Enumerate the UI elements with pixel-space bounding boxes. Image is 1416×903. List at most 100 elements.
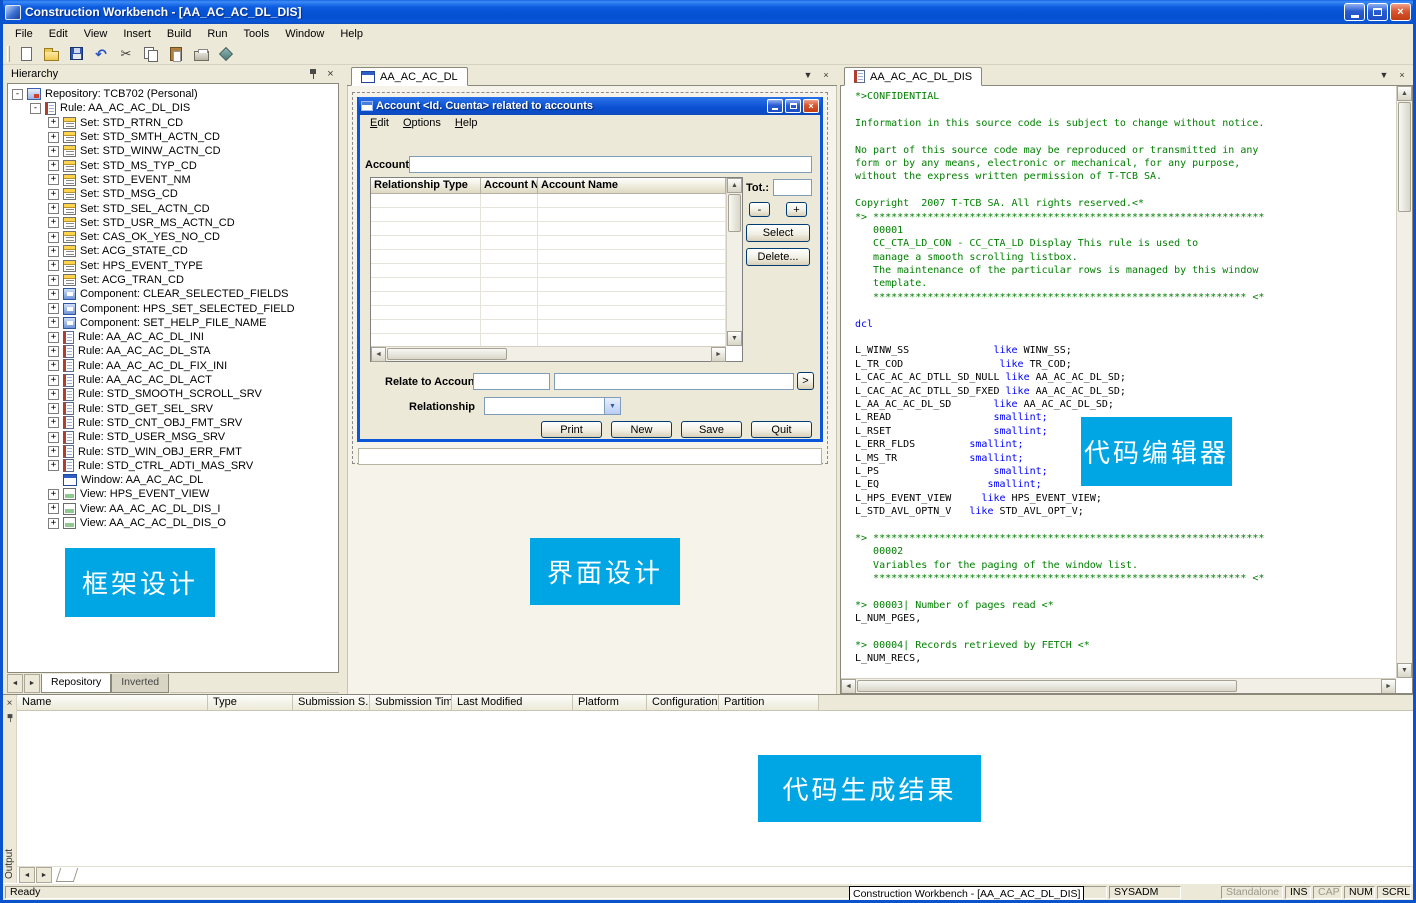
expand-toggle[interactable]: + xyxy=(48,375,59,386)
expand-toggle[interactable]: + xyxy=(48,317,59,328)
expand-toggle[interactable]: + xyxy=(48,217,59,228)
paste-button[interactable] xyxy=(165,44,187,64)
column-header[interactable]: Account N xyxy=(481,178,538,194)
tab-scroll-left-button[interactable]: ◄ xyxy=(7,674,23,693)
tab-scroll-right-button[interactable]: ► xyxy=(24,674,40,693)
expand-toggle[interactable]: + xyxy=(48,303,59,314)
scroll-thumb[interactable] xyxy=(1398,102,1411,212)
select-button[interactable]: Select xyxy=(746,224,810,242)
tree-item[interactable]: +Set: CAS_OK_YES_NO_CD xyxy=(8,230,338,244)
lookup-button[interactable]: > xyxy=(797,372,814,390)
expand-toggle[interactable]: + xyxy=(48,189,59,200)
decrement-button[interactable]: - xyxy=(749,202,770,217)
expand-toggle[interactable]: + xyxy=(48,460,59,471)
quit-button[interactable]: Quit xyxy=(751,421,812,438)
total-input[interactable] xyxy=(773,179,812,196)
save-button[interactable] xyxy=(65,44,87,64)
tree-item[interactable]: +View: AA_AC_AC_DL_DIS_I xyxy=(8,502,338,516)
collapse-toggle[interactable]: - xyxy=(12,89,23,100)
tree-item[interactable]: +Set: ACG_TRAN_CD xyxy=(8,273,338,287)
menu-item-file[interactable]: File xyxy=(7,25,41,43)
dialog-menu-help[interactable]: Help xyxy=(448,116,485,130)
tree-item[interactable]: -Rule: AA_AC_AC_DL_DIS xyxy=(8,101,338,115)
table-vertical-scrollbar[interactable]: ▲ ▼ xyxy=(726,178,742,346)
tab-design[interactable]: AA_AC_AC_DL xyxy=(351,67,468,86)
output-close-button[interactable]: × xyxy=(4,697,16,709)
scroll-up-button[interactable]: ▲ xyxy=(1397,86,1412,101)
expand-toggle[interactable]: + xyxy=(48,503,59,514)
scroll-left-button[interactable]: ◄ xyxy=(371,347,386,362)
scroll-down-button[interactable]: ▼ xyxy=(1397,663,1412,678)
tree-item[interactable]: +Rule: AA_AC_AC_DL_INI xyxy=(8,330,338,344)
column-header[interactable]: Relationship Type xyxy=(371,178,481,194)
tree-item[interactable]: +Set: STD_WINW_ACTN_CD xyxy=(8,144,338,158)
tree-item[interactable]: +View: AA_AC_AC_DL_DIS_O xyxy=(8,516,338,530)
tree-item[interactable]: +Rule: STD_GET_SEL_SRV xyxy=(8,402,338,416)
tree-item[interactable]: -Repository: TCB702 (Personal) xyxy=(8,87,338,101)
dialog-menu-edit[interactable]: Edit xyxy=(363,116,396,130)
dialog-maximize-button[interactable] xyxy=(785,99,801,113)
tree-item[interactable]: +Component: CLEAR_SELECTED_FIELDS xyxy=(8,287,338,301)
tree-item[interactable]: +Rule: AA_AC_AC_DL_FIX_INI xyxy=(8,359,338,373)
dialog-menu-options[interactable]: Options xyxy=(396,116,448,130)
maximize-button[interactable] xyxy=(1367,3,1388,21)
open-button[interactable] xyxy=(40,44,62,64)
new-button[interactable]: New xyxy=(611,421,672,438)
column-header[interactable]: Account Name xyxy=(538,178,726,194)
tree-item[interactable]: +Set: STD_SMTH_ACTN_CD xyxy=(8,130,338,144)
tab-list-menu-button[interactable]: ▼ xyxy=(1377,68,1391,82)
expand-toggle[interactable]: + xyxy=(48,146,59,157)
tree-item[interactable]: +Rule: AA_AC_AC_DL_ACT xyxy=(8,373,338,387)
column-header[interactable]: Name xyxy=(17,695,208,710)
save-button[interactable]: Save xyxy=(681,421,742,438)
undo-button[interactable] xyxy=(90,44,112,64)
output-pin-button[interactable] xyxy=(4,712,16,724)
expand-toggle[interactable]: + xyxy=(48,432,59,443)
copy-button[interactable] xyxy=(140,44,162,64)
tab-close-button[interactable]: × xyxy=(819,68,833,82)
output-tab-right-button[interactable]: ► xyxy=(36,867,52,883)
column-header[interactable]: Partition xyxy=(719,695,819,710)
column-header[interactable]: Configuration xyxy=(647,695,719,710)
dialog-close-button[interactable]: × xyxy=(803,99,819,113)
expand-toggle[interactable]: + xyxy=(48,389,59,400)
editor-vertical-scrollbar[interactable]: ▲ ▼ xyxy=(1396,86,1412,678)
expand-toggle[interactable]: + xyxy=(48,346,59,357)
menu-item-edit[interactable]: Edit xyxy=(41,25,76,43)
output-tab-marker[interactable] xyxy=(56,868,79,882)
tab-list-menu-button[interactable]: ▼ xyxy=(801,68,815,82)
tree-item[interactable]: +Rule: STD_CTRL_ADTI_MAS_SRV xyxy=(8,459,338,473)
scroll-right-button[interactable]: ► xyxy=(711,347,726,362)
relationship-dropdown[interactable]: ▼ xyxy=(484,397,621,415)
hierarchy-close-button[interactable]: × xyxy=(323,67,338,81)
expand-toggle[interactable]: + xyxy=(48,446,59,457)
menu-item-view[interactable]: View xyxy=(76,25,116,43)
build-button[interactable] xyxy=(215,44,237,64)
table-horizontal-scrollbar[interactable]: ◄ ► xyxy=(371,346,726,361)
tree-item[interactable]: +Component: SET_HELP_FILE_NAME xyxy=(8,316,338,330)
tab-close-button[interactable]: × xyxy=(1395,68,1409,82)
tree-item[interactable]: +Set: HPS_EVENT_TYPE xyxy=(8,259,338,273)
code-editor[interactable]: *>CONFIDENTIAL Information in this sourc… xyxy=(840,86,1413,694)
expand-toggle[interactable]: + xyxy=(48,360,59,371)
tree-item[interactable]: +Set: STD_USR_MS_ACTN_CD xyxy=(8,216,338,230)
editor-horizontal-scrollbar[interactable]: ◄ ► xyxy=(841,678,1396,693)
tree-item[interactable]: +Rule: STD_CNT_OBJ_FMT_SRV xyxy=(8,416,338,430)
expand-toggle[interactable]: + xyxy=(48,117,59,128)
menu-item-help[interactable]: Help xyxy=(332,25,371,43)
relate-account-id-input[interactable] xyxy=(473,373,550,390)
new-button[interactable] xyxy=(15,44,37,64)
close-button[interactable]: × xyxy=(1390,3,1411,21)
tree-item[interactable]: +Rule: STD_SMOOTH_SCROLL_SRV xyxy=(8,387,338,401)
hierarchy-tab-inverted[interactable]: Inverted xyxy=(111,674,169,693)
expand-toggle[interactable]: + xyxy=(48,275,59,286)
relate-account-name-input[interactable] xyxy=(554,373,794,390)
menu-item-run[interactable]: Run xyxy=(199,25,235,43)
expand-toggle[interactable]: + xyxy=(48,260,59,271)
column-header[interactable]: Submission Time xyxy=(370,695,452,710)
tree-item[interactable]: +Component: HPS_SET_SELECTED_FIELD xyxy=(8,301,338,315)
dialog-title-bar[interactable]: Account <Id. Cuenta> related to accounts… xyxy=(359,97,821,115)
menu-item-insert[interactable]: Insert xyxy=(115,25,159,43)
scroll-thumb[interactable] xyxy=(728,194,741,232)
scroll-thumb[interactable] xyxy=(387,348,507,360)
